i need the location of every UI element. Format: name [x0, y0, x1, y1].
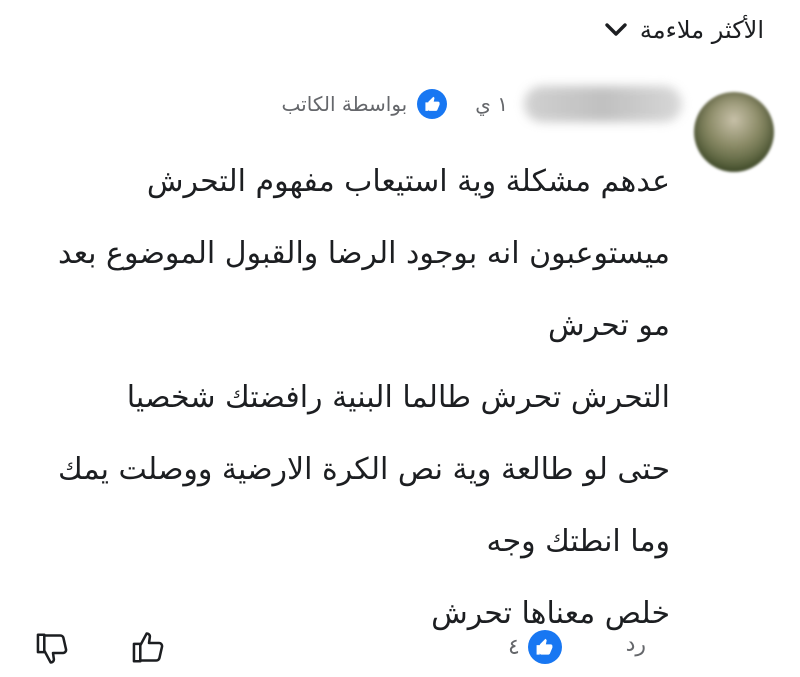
comment-line: وما انطتك وجه [486, 524, 670, 559]
like-reaction-icon [527, 630, 562, 664]
comment-time: ١ ي [475, 92, 508, 116]
comment-line: عدهم مشكلة وية استيعاب مفهوم التحرش [146, 164, 670, 199]
comment-line: التحرش تحرش طالما البنية رافضتك شخصيا [126, 380, 670, 415]
author-tag: بواسطة الكاتب [281, 92, 408, 116]
thumbs-down-icon[interactable] [34, 630, 72, 668]
author-name-blurred[interactable] [524, 86, 682, 122]
reaction-count: ٤ [508, 634, 520, 660]
thumbs-up-icon[interactable] [130, 628, 168, 666]
sort-dropdown[interactable]: الأكثر ملاءمة [602, 16, 764, 44]
comment-line: حتى لو طالعة وية نص الكرة الارضية ووصلت … [58, 452, 670, 487]
comment-actions: رد ٤ [0, 626, 800, 674]
sort-label: الأكثر ملاءمة [639, 16, 764, 44]
comment-body: عدهم مشكلة وية استيعاب مفهوم التحرش ميست… [30, 146, 670, 650]
comment-line: ميستوعبون انه بوجود الرضا والقبول الموضو… [57, 236, 670, 271]
reaction-summary[interactable]: ٤ [508, 630, 562, 664]
reply-button[interactable]: رد [626, 632, 646, 657]
avatar[interactable] [694, 92, 774, 172]
chevron-down-icon [605, 23, 627, 36]
comment-meta: ١ ي بواسطة الكاتب [282, 86, 682, 122]
author-like-icon [417, 89, 448, 119]
comment-line: مو تحرش [548, 308, 670, 343]
